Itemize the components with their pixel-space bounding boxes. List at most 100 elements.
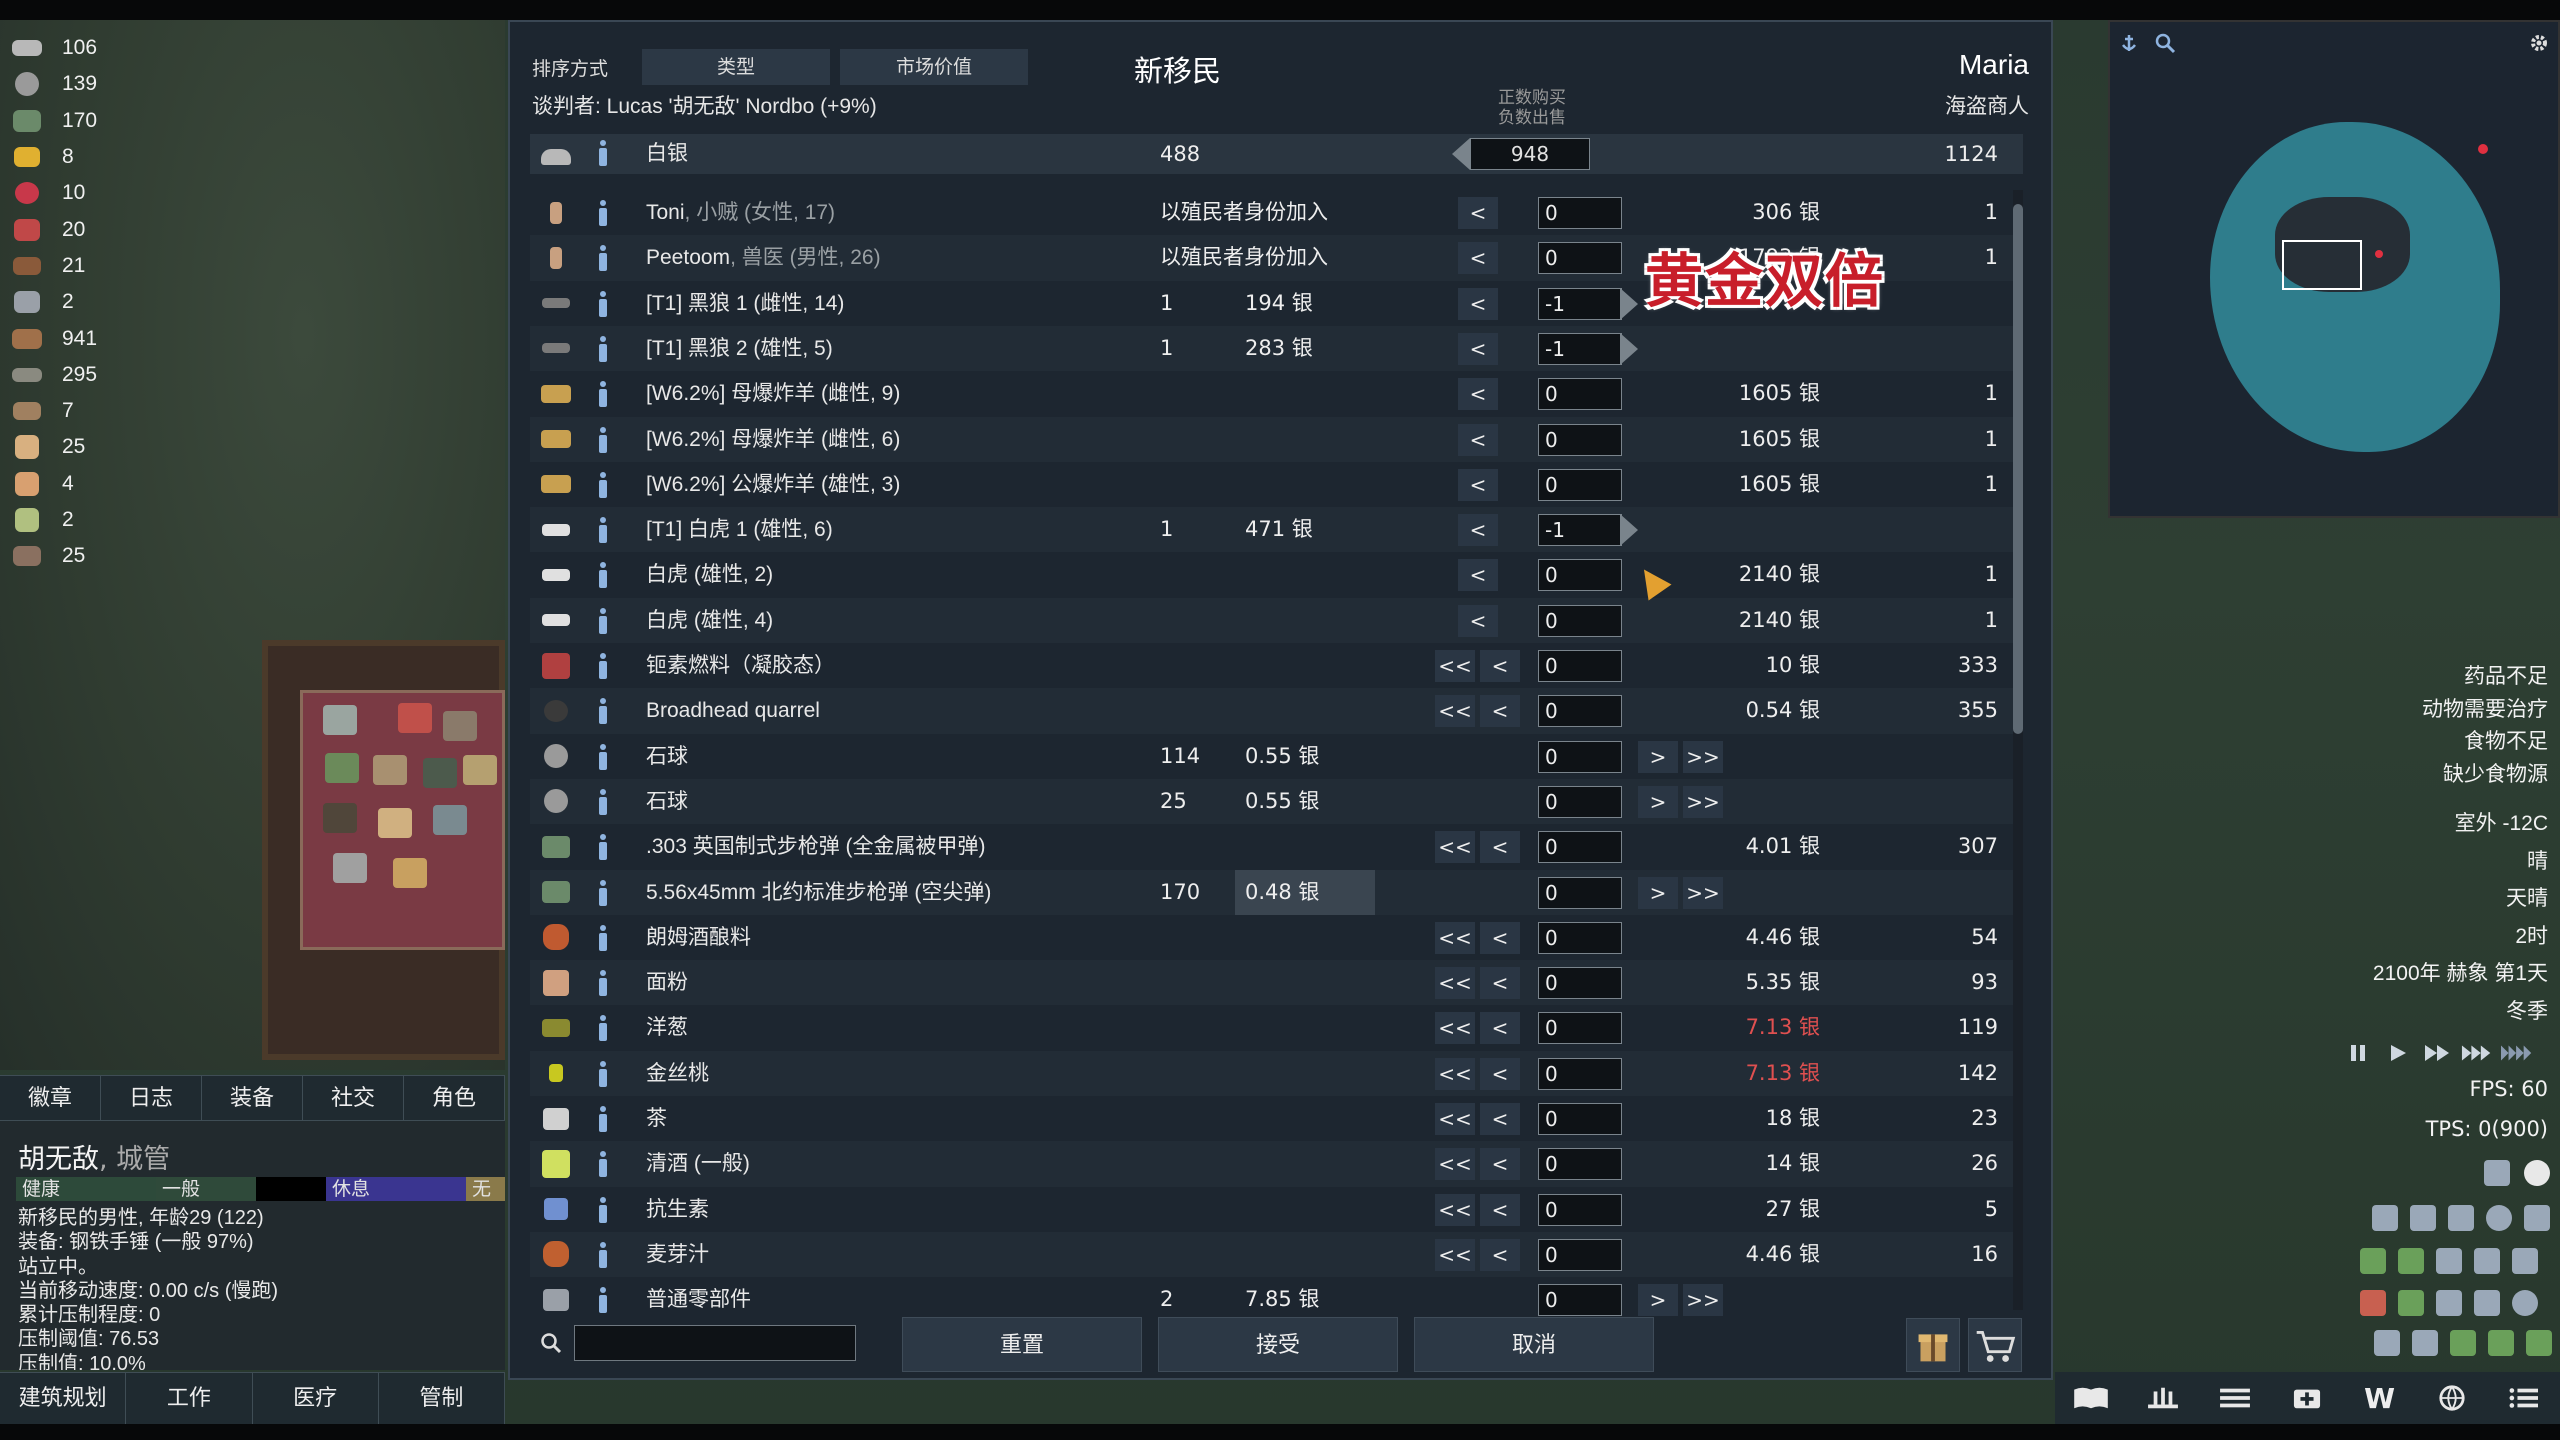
- info-icon[interactable]: [596, 562, 610, 590]
- info-icon[interactable]: [596, 1151, 610, 1179]
- stored-item[interactable]: [463, 755, 497, 785]
- stored-item[interactable]: [333, 853, 367, 883]
- alert-item[interactable]: 食物不足: [2422, 725, 2548, 758]
- buy-one-button[interactable]: >: [1638, 785, 1678, 818]
- buy-all-button[interactable]: >>: [1683, 1284, 1723, 1317]
- quantity-input[interactable]: 0: [1538, 197, 1622, 229]
- shopping-cart-icon[interactable]: [1968, 1318, 2022, 1372]
- sell-one-button[interactable]: <: [1480, 921, 1520, 954]
- quantity-input[interactable]: -1: [1538, 332, 1622, 365]
- info-icon[interactable]: [596, 698, 610, 726]
- quantity-input[interactable]: 0: [1538, 1057, 1622, 1090]
- quantity-input[interactable]: 0: [1538, 1148, 1622, 1181]
- sell-one-button[interactable]: <: [1458, 604, 1498, 637]
- scrollbar[interactable]: [2013, 190, 2023, 1310]
- resource-item[interactable]: 2: [8, 502, 208, 538]
- pawn-tab[interactable]: 日志: [101, 1076, 202, 1120]
- quantity-input[interactable]: 0: [1538, 967, 1622, 1000]
- quantity-input[interactable]: 0: [1538, 650, 1622, 682]
- quantity-input[interactable]: 0: [1538, 1284, 1622, 1317]
- quantity-input[interactable]: 0: [1538, 559, 1622, 592]
- auto-home-icon[interactable]: [2524, 1160, 2550, 1186]
- menu-list-icon[interactable]: [2215, 1381, 2255, 1415]
- sort-by-value-button[interactable]: 市场价值: [840, 49, 1028, 85]
- stored-item[interactable]: [325, 753, 359, 783]
- sell-all-button[interactable]: <<: [1435, 1238, 1475, 1271]
- quantity-input[interactable]: 0: [1538, 921, 1622, 954]
- search-input[interactable]: [574, 1325, 856, 1361]
- info-icon[interactable]: [596, 517, 610, 545]
- buy-one-button[interactable]: >: [1638, 876, 1678, 909]
- info-icon[interactable]: [596, 471, 610, 500]
- stats-icon[interactable]: [2412, 1330, 2438, 1356]
- need-rest[interactable]: 休息: [326, 1177, 466, 1201]
- need-unlimited[interactable]: 无限: [466, 1177, 505, 1201]
- stored-item[interactable]: [393, 858, 427, 888]
- sell-one-button[interactable]: <: [1458, 197, 1498, 229]
- info-icon[interactable]: [596, 653, 610, 681]
- resource-item[interactable]: 139: [8, 66, 208, 102]
- minimap[interactable]: [2108, 20, 2560, 518]
- sell-one-button[interactable]: <: [1458, 287, 1498, 320]
- resource-item[interactable]: 7: [8, 393, 208, 429]
- quantity-input[interactable]: 0: [1538, 740, 1622, 773]
- quantity-input[interactable]: 0: [1538, 785, 1622, 818]
- book-icon[interactable]: [2071, 1381, 2111, 1415]
- info-icon[interactable]: [596, 970, 610, 998]
- approve-icon[interactable]: [2488, 1330, 2514, 1356]
- sell-all-button[interactable]: <<: [1435, 831, 1475, 864]
- info-icon[interactable]: [596, 834, 610, 862]
- globe-icon[interactable]: [2432, 1381, 2472, 1415]
- sell-all-button[interactable]: <<: [1435, 695, 1475, 728]
- lighting-overlay-icon[interactable]: [2524, 1205, 2550, 1231]
- stored-item[interactable]: [323, 803, 357, 833]
- main-tab[interactable]: 管制: [379, 1373, 505, 1424]
- terrain-overlay-icon[interactable]: [2474, 1248, 2500, 1274]
- info-icon[interactable]: [596, 381, 610, 409]
- quantity-input[interactable]: 0: [1538, 423, 1622, 456]
- stockpile-icon[interactable]: [2450, 1330, 2476, 1356]
- minimap-viewport[interactable]: [2282, 240, 2362, 290]
- pause-icon[interactable]: [2340, 1038, 2376, 1068]
- sell-one-button[interactable]: <: [1480, 1012, 1520, 1045]
- pawn-tab[interactable]: 角色: [404, 1076, 505, 1120]
- info-icon[interactable]: [596, 1241, 610, 1270]
- alert-item[interactable]: 药品不足: [2422, 660, 2548, 693]
- stored-item[interactable]: [373, 755, 407, 785]
- stockpile-zone[interactable]: [300, 690, 505, 950]
- auto-rebuild-icon[interactable]: [2360, 1248, 2386, 1274]
- info-icon[interactable]: [596, 607, 610, 636]
- sell-all-button[interactable]: <<: [1435, 967, 1475, 1000]
- quantity-input[interactable]: 0: [1538, 468, 1622, 501]
- play-icon[interactable]: [2380, 1038, 2416, 1068]
- info-icon[interactable]: [596, 140, 610, 168]
- sell-one-button[interactable]: <: [1480, 1057, 1520, 1090]
- forbid-icon[interactable]: [2360, 1290, 2386, 1316]
- resource-item[interactable]: 25: [8, 538, 208, 574]
- superfast-icon[interactable]: [2460, 1038, 2496, 1068]
- sell-one-button[interactable]: <: [1458, 332, 1498, 365]
- camera-icon[interactable]: [2484, 1160, 2510, 1186]
- quantity-input[interactable]: 0: [1538, 695, 1622, 728]
- beauty-overlay-icon[interactable]: [2448, 1205, 2474, 1231]
- info-icon[interactable]: [596, 1287, 610, 1315]
- resource-item[interactable]: 10: [8, 175, 208, 211]
- zoom-icon[interactable]: [2154, 32, 2176, 54]
- power-overlay-icon[interactable]: [2512, 1248, 2538, 1274]
- sell-one-button[interactable]: <: [1480, 695, 1520, 728]
- sell-all-button[interactable]: <<: [1435, 1012, 1475, 1045]
- quantity-input[interactable]: -1: [1538, 514, 1622, 547]
- temperature-overlay-icon[interactable]: [2398, 1248, 2424, 1274]
- quantity-input[interactable]: 0: [1538, 831, 1622, 864]
- confirm-icon[interactable]: [2526, 1330, 2552, 1356]
- info-icon[interactable]: [596, 879, 610, 908]
- quantity-input[interactable]: 0: [1538, 378, 1622, 411]
- info-icon[interactable]: [596, 200, 610, 228]
- fertility-overlay-icon[interactable]: [2436, 1248, 2462, 1274]
- resource-item[interactable]: 21: [8, 248, 208, 284]
- anchor-icon[interactable]: [2118, 32, 2140, 54]
- sell-one-button[interactable]: <: [1458, 423, 1498, 456]
- alert-item[interactable]: 动物需要治疗: [2422, 693, 2548, 726]
- quantity-input[interactable]: 0: [1538, 1103, 1622, 1135]
- quantity-input[interactable]: 0: [1538, 876, 1622, 909]
